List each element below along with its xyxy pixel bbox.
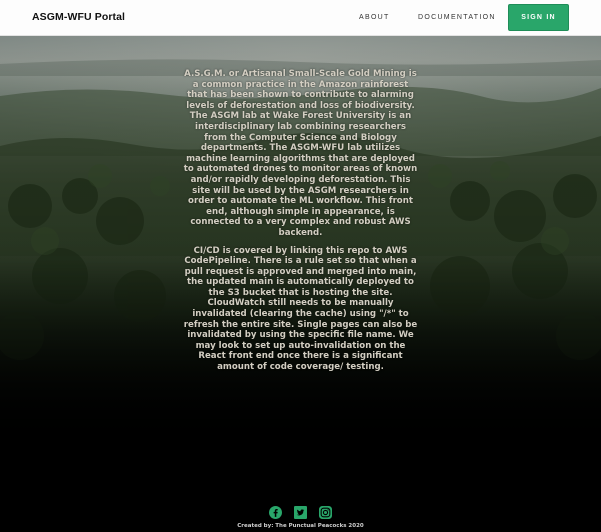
intro-paragraph: A.S.G.M. or Artisanal Small-Scale Gold M… [183,69,418,238]
cicd-paragraph: CI/CD is covered by linking this repo to… [183,245,418,373]
sign-in-button[interactable]: SIGN IN [508,4,569,31]
about-text: A.S.G.M. or Artisanal Small-Scale Gold M… [183,69,418,380]
nav-link-documentation[interactable]: DOCUMENTATION [418,14,496,21]
twitter-icon[interactable] [294,506,307,519]
facebook-icon[interactable] [269,506,282,519]
footer-credit: Created by: The Punctual Peacocks 2020 [237,523,364,529]
hero-section: A.S.G.M. or Artisanal Small-Scale Gold M… [0,36,601,532]
footer: Created by: The Punctual Peacocks 2020 [0,506,601,529]
social-links [0,506,601,519]
navbar: ASGM-WFU Portal ABOUT DOCUMENTATION SIGN… [0,0,601,36]
nav-link-about[interactable]: ABOUT [359,14,390,21]
brand-logo[interactable]: ASGM-WFU Portal [32,11,125,23]
instagram-icon[interactable] [319,506,332,519]
